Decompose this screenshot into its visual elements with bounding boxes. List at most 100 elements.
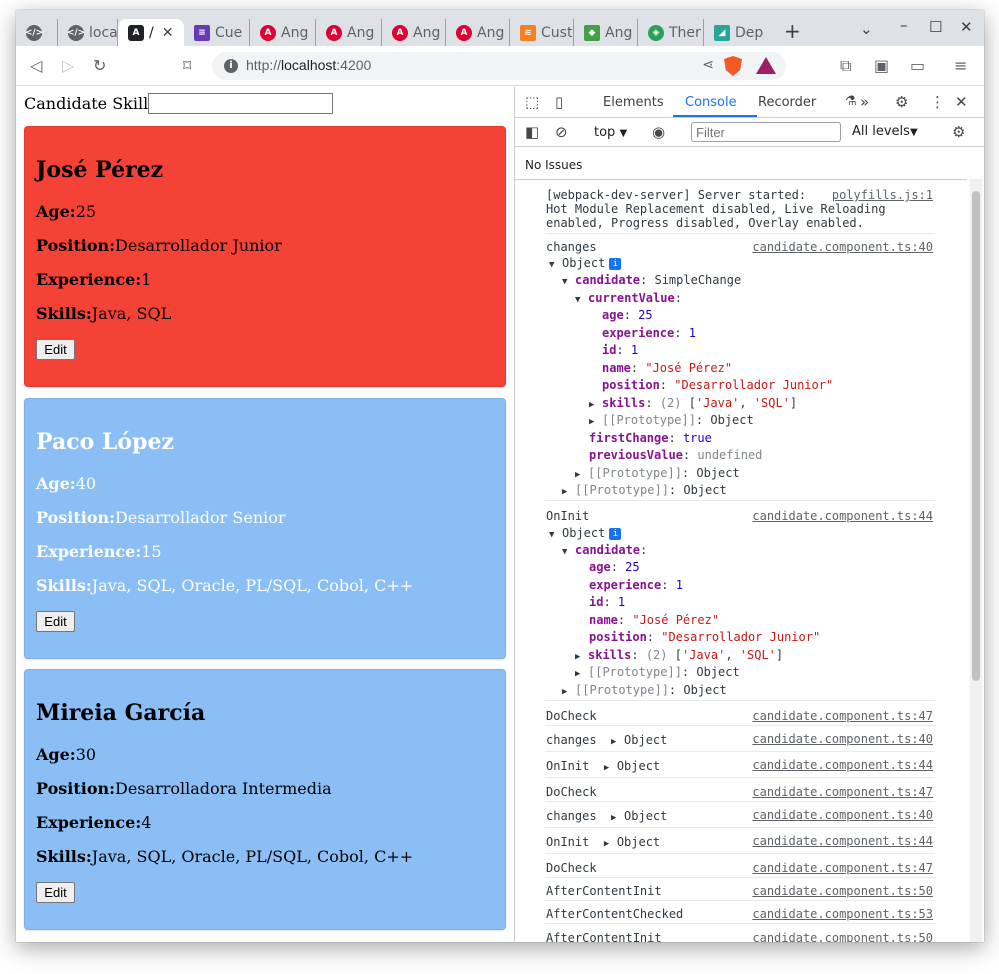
reload-icon[interactable]: ↻: [93, 57, 106, 75]
tree-key: [[Prototype]]: [602, 413, 696, 427]
extensions-icon[interactable]: ⧉: [840, 57, 851, 75]
console-message[interactable]: OnInit ▶ Object: [546, 835, 660, 851]
console-message[interactable]: changes ▶ Object: [546, 809, 667, 825]
sidebar-toggle-icon[interactable]: ◧: [525, 123, 539, 141]
tab-console[interactable]: Console: [685, 95, 737, 110]
skill-input[interactable]: [148, 93, 334, 114]
tab-search-chevron-icon[interactable]: ⌄: [860, 20, 873, 38]
tree-object-row[interactable]: ▼ Object i: [549, 256, 622, 272]
tab-devtools[interactable]: </>: [16, 19, 58, 46]
tab-forms[interactable]: ≡ Cue: [184, 19, 250, 46]
tab-deploy[interactable]: ◢ Dep: [704, 19, 770, 46]
inspect-element-icon[interactable]: ⬚: [525, 93, 539, 111]
console-message[interactable]: changes ▶ Object: [546, 733, 667, 749]
tab-cube[interactable]: ◆ Ang: [574, 19, 638, 46]
expanded-triangle-icon: ▼: [549, 530, 555, 540]
source-link[interactable]: candidate.component.ts:40: [752, 808, 933, 822]
tree-row[interactable]: ▶ skills: (2) ['Java', 'SQL']: [589, 396, 797, 412]
share-icon[interactable]: ⋖: [702, 57, 714, 73]
message-label: OnInit: [546, 835, 590, 849]
tree-row[interactable]: ▼ currentValue:: [575, 291, 682, 307]
close-tab-icon[interactable]: ✕: [162, 25, 174, 41]
close-window-icon[interactable]: ✕: [960, 18, 973, 36]
maximize-icon[interactable]: ☐: [929, 18, 942, 36]
tab-stack[interactable]: ≋ Cust: [510, 19, 574, 46]
back-icon[interactable]: ◁: [30, 57, 42, 75]
address-bar[interactable]: i http://localhost:4200 ⋖: [212, 52, 786, 80]
forms-icon: ≡: [194, 24, 210, 41]
live-expression-eye-icon[interactable]: ◉: [652, 123, 665, 141]
minimize-icon[interactable]: –: [900, 16, 908, 34]
tab-code[interactable]: ◈ Ther: [638, 19, 704, 46]
console-output: [webpack-dev-server] Server started: pol…: [515, 179, 967, 942]
source-link[interactable]: candidate.component.ts:47: [752, 709, 933, 723]
source-link[interactable]: candidate.component.ts:44: [752, 834, 933, 848]
tab-angular-2[interactable]: A Ang: [316, 19, 382, 46]
brave-rewards-icon[interactable]: [756, 57, 776, 74]
console-filter-input[interactable]: [691, 122, 841, 142]
tab-angular-3[interactable]: A Ang: [382, 19, 446, 46]
settings-gear-icon[interactable]: ⚙: [895, 93, 908, 111]
tab-recorder[interactable]: Recorder: [758, 95, 816, 110]
source-link[interactable]: polyfills.js:1: [832, 188, 933, 202]
more-tabs-icon[interactable]: »: [860, 93, 869, 111]
wallet-icon[interactable]: ▭: [910, 57, 925, 75]
tree-row[interactable]: ▼ candidate: SimpleChange: [562, 273, 741, 289]
tree-row[interactable]: ▶ skills: (2) ['Java', 'SQL']: [575, 648, 783, 664]
console-settings-icon[interactable]: ⚙: [952, 123, 965, 141]
bookmark-icon[interactable]: ⌑: [183, 57, 191, 75]
tree-row[interactable]: ▶ [[Prototype]]: Object: [562, 483, 727, 499]
source-link[interactable]: candidate.component.ts:50: [752, 884, 933, 898]
log-levels-dropdown[interactable]: All levels▼: [852, 124, 918, 139]
tab-active-angular[interactable]: A / ✕: [118, 19, 184, 46]
console-message: enabled, Progress disabled, Overlay enab…: [546, 216, 864, 230]
source-link[interactable]: candidate.component.ts:40: [752, 732, 933, 746]
new-tab-button[interactable]: +: [784, 21, 801, 41]
console-scrollbar[interactable]: [970, 179, 982, 942]
console-message: AfterContentInit: [546, 884, 662, 898]
console-toolbar: ◧ ⊘ top ▼ ◉ All levels▼ ⚙: [515, 118, 984, 147]
tree-row[interactable]: ▶ [[Prototype]]: Object: [575, 665, 740, 681]
menu-icon[interactable]: ≡: [954, 57, 967, 75]
edit-button[interactable]: Edit: [36, 882, 75, 903]
tree-row[interactable]: ▶ [[Prototype]]: Object: [575, 466, 740, 482]
tree-value: 1: [630, 343, 639, 357]
url-text[interactable]: http://localhost:4200: [246, 57, 371, 73]
scrollbar-thumb[interactable]: [972, 191, 980, 681]
tree-key: [[Prototype]]: [588, 466, 682, 480]
forward-icon[interactable]: ▷: [62, 57, 74, 75]
more-options-icon[interactable]: ⋮: [930, 93, 945, 111]
edit-button[interactable]: Edit: [36, 339, 75, 360]
array-count: (2): [645, 648, 668, 662]
source-link[interactable]: candidate.component.ts:47: [752, 785, 933, 799]
source-link[interactable]: candidate.component.ts:44: [752, 509, 933, 523]
tab-angular-4[interactable]: A Ang: [446, 19, 510, 46]
candidate-age: Age:40: [36, 474, 96, 493]
tree-row[interactable]: ▶ [[Prototype]]: Object: [562, 683, 727, 699]
device-toolbar-icon[interactable]: ▯: [555, 93, 563, 111]
source-link[interactable]: candidate.component.ts:53: [752, 907, 933, 921]
console-message[interactable]: OnInit ▶ Object: [546, 759, 660, 775]
context-selector[interactable]: top ▼: [594, 125, 627, 140]
tree-row[interactable]: ▼ candidate:: [562, 543, 647, 559]
tab-elements[interactable]: Elements: [603, 95, 664, 110]
source-link[interactable]: candidate.component.ts:47: [752, 861, 933, 875]
edit-button[interactable]: Edit: [36, 611, 75, 632]
tree-row[interactable]: ▶ [[Prototype]]: Object: [589, 413, 754, 429]
source-link[interactable]: candidate.component.ts:44: [752, 758, 933, 772]
tree-row: experience: 1: [589, 578, 683, 592]
sidebar-icon[interactable]: ▣: [874, 57, 889, 75]
tree-value: "Desarrollador Junior": [661, 630, 821, 644]
clear-console-icon[interactable]: ⊘: [555, 123, 568, 141]
site-info-icon[interactable]: i: [224, 59, 238, 73]
source-link[interactable]: candidate.component.ts:40: [752, 240, 933, 254]
tree-row: position: "Desarrollador Junior": [589, 630, 821, 644]
brave-shield-icon[interactable]: [724, 56, 742, 76]
candidate-position: Position:Desarrollador Senior: [36, 508, 286, 527]
tree-object-row[interactable]: ▼ Object i: [549, 526, 622, 542]
tab-angular-1[interactable]: A Ang: [250, 19, 316, 46]
close-devtools-icon[interactable]: ✕: [955, 93, 968, 111]
source-link[interactable]: candidate.component.ts:50: [752, 931, 933, 942]
tab-localhost[interactable]: </> loca: [58, 19, 118, 46]
issues-status: No Issues: [525, 158, 583, 172]
